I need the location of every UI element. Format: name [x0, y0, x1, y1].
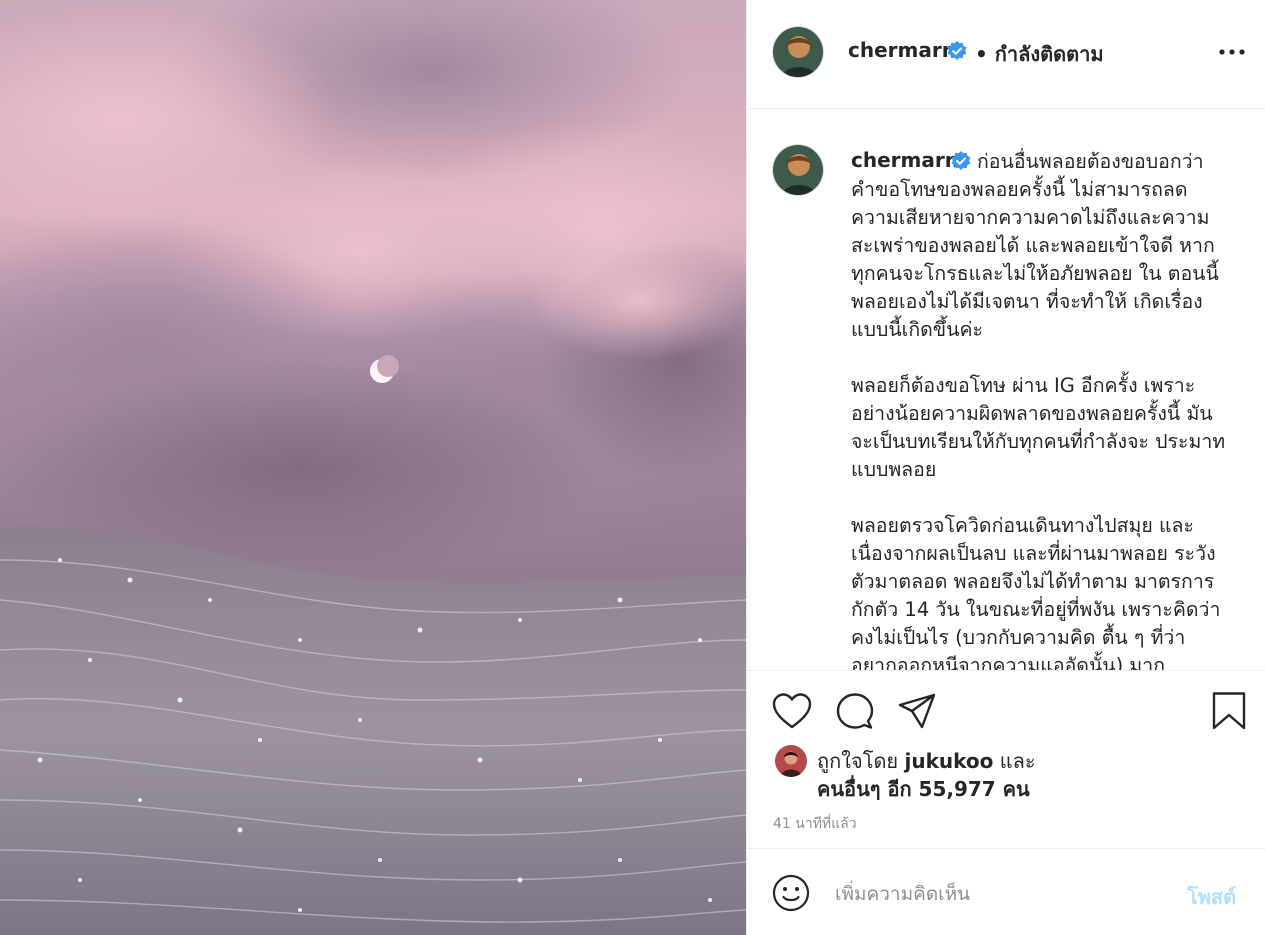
post-header: chermarn • กำลังติดตาม	[747, 0, 1265, 109]
author-username[interactable]: chermarn	[848, 38, 956, 62]
liked-by-connector: และ	[999, 749, 1036, 773]
post-side-panel: chermarn • กำลังติดตาม chermarn ก่อนอื่น…	[746, 0, 1265, 935]
following-button[interactable]: • กำลังติดตาม	[975, 38, 1104, 70]
comment-bar: โพสต์	[747, 848, 1265, 935]
liked-by-username[interactable]: jukukoo	[905, 749, 994, 773]
following-label: กำลังติดตาม	[994, 42, 1104, 66]
like-heart-icon[interactable]	[771, 691, 813, 731]
save-bookmark-icon[interactable]	[1211, 691, 1247, 731]
caption-area: chermarn ก่อนอื่นพลอยต้องขอบอกว่า คำขอโท…	[747, 110, 1265, 670]
likes-count[interactable]: คนอื่นๆ อีก 55,977 คน	[817, 773, 1030, 805]
post-image[interactable]	[0, 0, 746, 935]
liked-by-avatar[interactable]	[775, 745, 807, 777]
author-avatar[interactable]	[772, 26, 824, 78]
separator-dot: •	[975, 42, 988, 66]
comment-input[interactable]	[835, 879, 1165, 909]
comment-bubble-icon[interactable]	[835, 691, 875, 731]
verified-badge-icon	[947, 41, 967, 61]
caption-text: ก่อนอื่นพลอยต้องขอบอกว่า คำขอโทษของพลอยค…	[851, 150, 1226, 670]
more-options-icon[interactable]	[1215, 40, 1249, 64]
share-paper-plane-icon[interactable]	[897, 691, 937, 731]
liked-by-prefix: ถูกใจโดย	[817, 749, 899, 773]
post-comment-button[interactable]: โพสต์	[1187, 881, 1236, 913]
emoji-smiley-icon[interactable]	[771, 873, 811, 917]
post-actions: ถูกใจโดย jukukoo และ คนอื่นๆ อีก 55,977 …	[747, 670, 1265, 935]
post-timestamp[interactable]: 41 นาทีที่แล้ว	[773, 813, 857, 835]
caption-author-avatar[interactable]	[772, 144, 824, 196]
